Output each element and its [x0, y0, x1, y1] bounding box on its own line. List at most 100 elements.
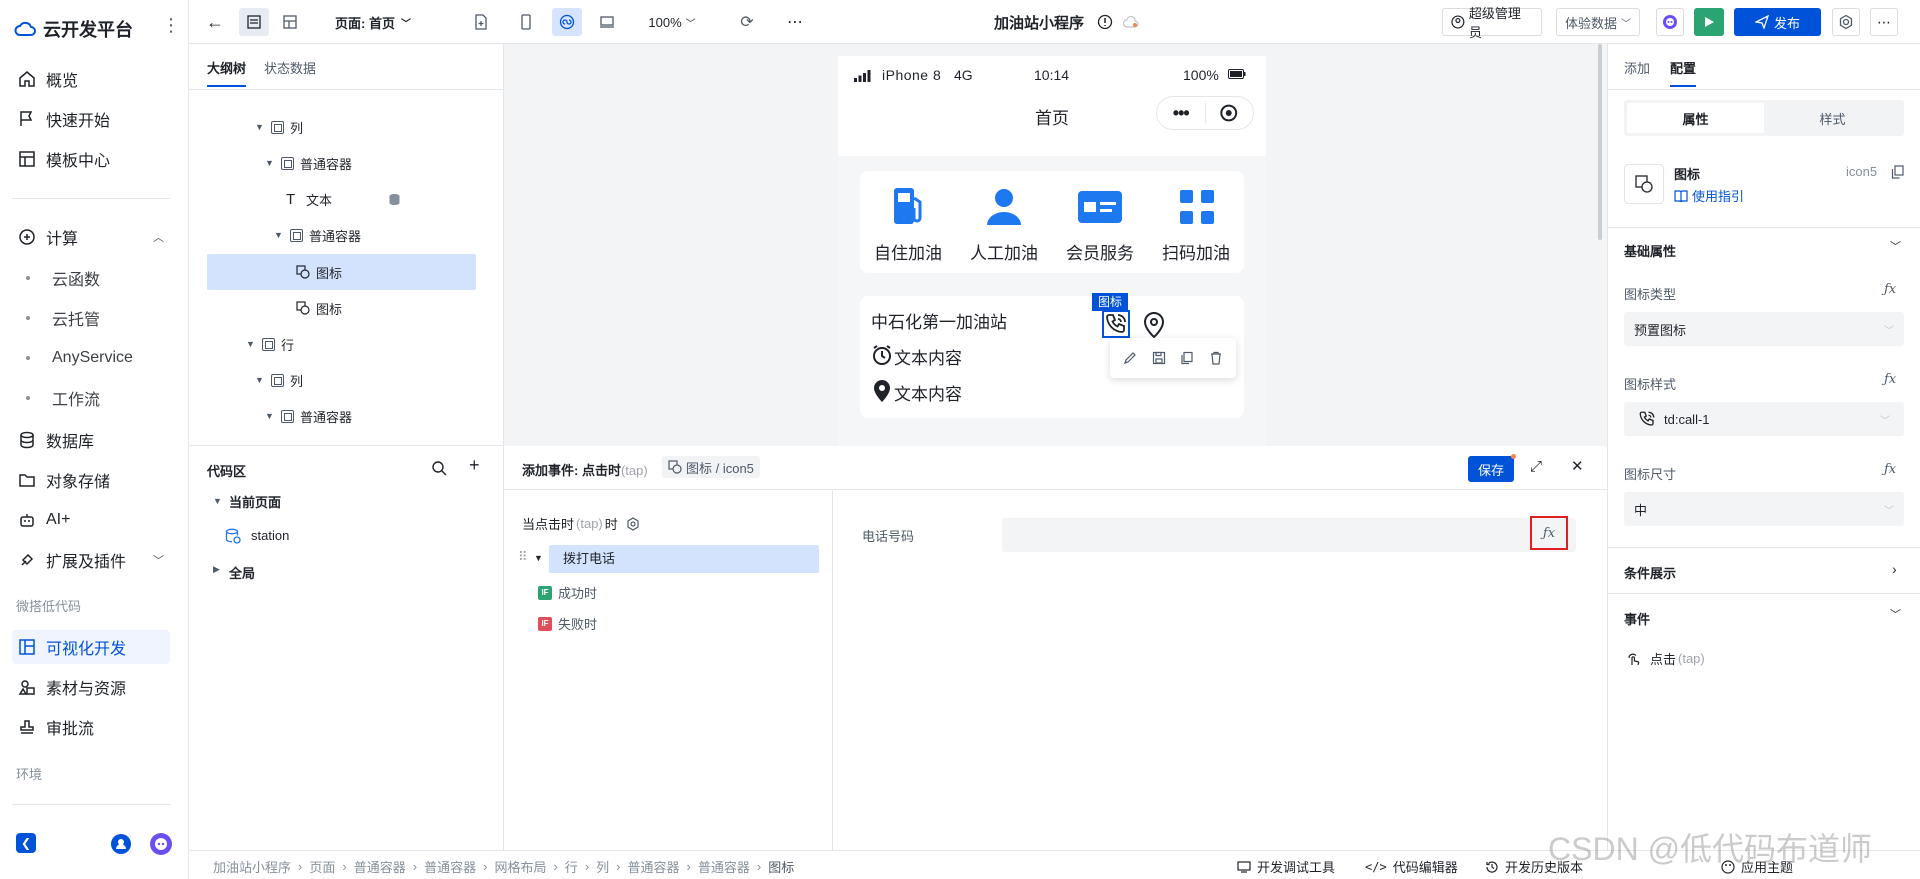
service-member[interactable]: 会员服务 [1052, 171, 1148, 273]
chevron-down-icon[interactable]: ﹀ [1890, 606, 1901, 622]
fx-icon[interactable]: ƒx [1884, 282, 1896, 297]
sidebar-item-cloud-function[interactable]: 云函数 [12, 261, 170, 295]
breadcrumb-item-current[interactable]: 图标 [768, 857, 794, 876]
sidebar-item-anyservice[interactable]: AnyService [12, 341, 170, 375]
breadcrumb-item[interactable]: 普通容器 [628, 857, 680, 876]
capsule-menu[interactable]: ••• [1156, 96, 1254, 130]
branch-fail[interactable]: IF 失败时 [538, 614, 597, 633]
more-vertical-icon[interactable]: ⋮ [162, 16, 180, 34]
chevron-down-icon[interactable]: ﹀ [1890, 238, 1901, 254]
more-horizontal-icon[interactable]: ⋯ [1870, 8, 1898, 36]
page-list-icon[interactable] [239, 8, 269, 36]
breadcrumb-item[interactable]: 加油站小程序 [213, 857, 291, 876]
tree-node[interactable]: ▼ 列 [255, 110, 303, 144]
code-editor-button[interactable]: </> 代码编辑器 [1365, 857, 1458, 876]
tree-node[interactable]: ▼ 普通容器 [265, 146, 352, 180]
selected-phone-call-icon[interactable] [1102, 310, 1130, 338]
copy-icon[interactable] [1891, 165, 1904, 179]
run-button[interactable] [1694, 8, 1724, 36]
chevron-right-icon[interactable]: › [1892, 561, 1897, 577]
section-basic-props[interactable]: 基础属性 [1624, 241, 1676, 260]
expand-icon[interactable]: ⤢ [1530, 458, 1542, 475]
event-item-tap[interactable]: 点击 (tap) [1626, 649, 1705, 668]
tree-node[interactable]: ▼ 普通容器 [274, 218, 361, 252]
sidebar-item-compute[interactable]: 计算 ︿ [12, 220, 170, 254]
page-selector[interactable]: 页面: 首页 ﹀ [323, 8, 423, 36]
search-icon[interactable] [431, 460, 447, 476]
sidebar-item-storage[interactable]: 对象存储 [12, 463, 170, 497]
save-button[interactable]: 保存 [1468, 456, 1514, 482]
user-avatar[interactable] [111, 834, 131, 854]
close-target-icon[interactable] [1205, 103, 1253, 123]
code-variable-station[interactable]: station [251, 528, 289, 543]
current-page-node[interactable]: 当前页面 [229, 492, 281, 511]
section-events[interactable]: 事件 [1624, 609, 1650, 628]
action-make-call[interactable]: 拨打电话 [549, 545, 819, 573]
zoom-selector[interactable]: 100% ﹀ [642, 8, 702, 36]
settings-icon[interactable] [1832, 8, 1860, 36]
sidebar-item-ai[interactable]: AI+ [12, 503, 170, 537]
icon-type-select[interactable]: 预置图标 ﹀ [1624, 312, 1904, 346]
service-manual-fuel[interactable]: 人工加油 [956, 171, 1052, 273]
info-icon[interactable] [1095, 8, 1115, 36]
map-marker-icon[interactable] [1142, 311, 1166, 339]
service-scan-fuel[interactable]: 扫码加油 [1148, 171, 1244, 273]
assistant-bot-icon[interactable] [150, 833, 172, 855]
sidebar-item-templates[interactable]: 模板中心 [12, 142, 170, 176]
sidebar-item-quickstart[interactable]: 快速开始 [12, 102, 170, 136]
close-icon[interactable]: ✕ [1571, 457, 1584, 475]
miniprogram-view-icon[interactable] [552, 8, 582, 36]
caret-right-icon[interactable]: ▶ [213, 564, 220, 575]
mobile-view-icon[interactable] [514, 8, 538, 36]
more-dots-icon[interactable]: ••• [1157, 103, 1205, 124]
tab-config[interactable]: 配置 [1670, 58, 1697, 87]
sidebar-item-approval[interactable]: 审批流 [12, 710, 170, 744]
debug-tools-button[interactable]: 开发调试工具 [1237, 857, 1335, 876]
tab-add[interactable]: 添加 [1624, 58, 1650, 77]
tree-node[interactable]: ▼ 普通容器 [265, 399, 352, 433]
breadcrumb-item[interactable]: 列 [596, 857, 609, 876]
tree-node-selected[interactable]: 图标 [296, 255, 342, 289]
fx-expression-button[interactable]: ƒx [1530, 516, 1568, 550]
desktop-view-icon[interactable] [595, 8, 619, 36]
icon-size-select[interactable]: 中 ﹀ [1624, 492, 1904, 526]
settings-icon[interactable] [626, 516, 640, 531]
app-logo[interactable]: 云开发平台 [14, 16, 133, 42]
global-node[interactable]: 全局 [229, 563, 255, 582]
usage-guide-link[interactable]: 使用指引 [1674, 186, 1744, 205]
tree-node[interactable]: ▼ 行 [246, 327, 294, 361]
more-horizontal-icon[interactable]: ⋯ [783, 8, 807, 36]
phone-number-input[interactable] [1002, 518, 1576, 552]
seg-properties[interactable]: 属性 [1627, 103, 1764, 133]
edit-pencil-icon[interactable] [1123, 351, 1137, 365]
sidebar-item-assets[interactable]: 素材与资源 [12, 670, 170, 704]
refresh-icon[interactable]: ⟳ [735, 8, 759, 36]
service-self-fuel[interactable]: 自住加油 [860, 171, 956, 273]
copy-icon[interactable] [1180, 351, 1194, 365]
tab-outline-tree[interactable]: 大纲树 [207, 58, 247, 87]
sidebar-item-cloud-hosting[interactable]: 云托管 [12, 301, 170, 335]
sidebar-item-database[interactable]: 数据库 [12, 423, 170, 457]
sidebar-item-plugins[interactable]: 扩展及插件 ﹀ [12, 543, 170, 577]
breadcrumb-item[interactable]: 普通容器 [424, 857, 476, 876]
sidebar-item-visual-dev[interactable]: 可视化开发 [12, 630, 170, 664]
fx-icon[interactable]: ƒx [1884, 462, 1896, 477]
seg-styles[interactable]: 样式 [1764, 103, 1901, 133]
branch-success[interactable]: IF 成功时 [538, 583, 597, 602]
tab-state-data[interactable]: 状态数据 [264, 58, 316, 87]
add-plus-icon[interactable]: + [469, 455, 480, 476]
breadcrumb-item[interactable]: 普通容器 [698, 857, 750, 876]
tree-node[interactable]: ▼ 列 [255, 363, 303, 397]
section-conditional[interactable]: 条件展示 [1624, 563, 1676, 582]
delete-trash-icon[interactable] [1209, 351, 1223, 365]
collapse-sidebar-button[interactable]: ❮ [16, 833, 36, 853]
cloud-sync-icon[interactable] [1121, 8, 1141, 36]
data-mode-select[interactable]: 体验数据 ﹀ [1556, 8, 1640, 36]
sidebar-item-overview[interactable]: 概览 [12, 62, 170, 96]
user-role-button[interactable]: 超级管理员 [1442, 6, 1542, 40]
publish-button[interactable]: 发布 [1734, 8, 1821, 36]
breadcrumb-item[interactable]: 普通容器 [354, 857, 406, 876]
fx-icon[interactable]: ƒx [1884, 372, 1896, 387]
tree-node[interactable]: 图标 [296, 291, 342, 325]
save-icon[interactable] [1152, 351, 1166, 365]
